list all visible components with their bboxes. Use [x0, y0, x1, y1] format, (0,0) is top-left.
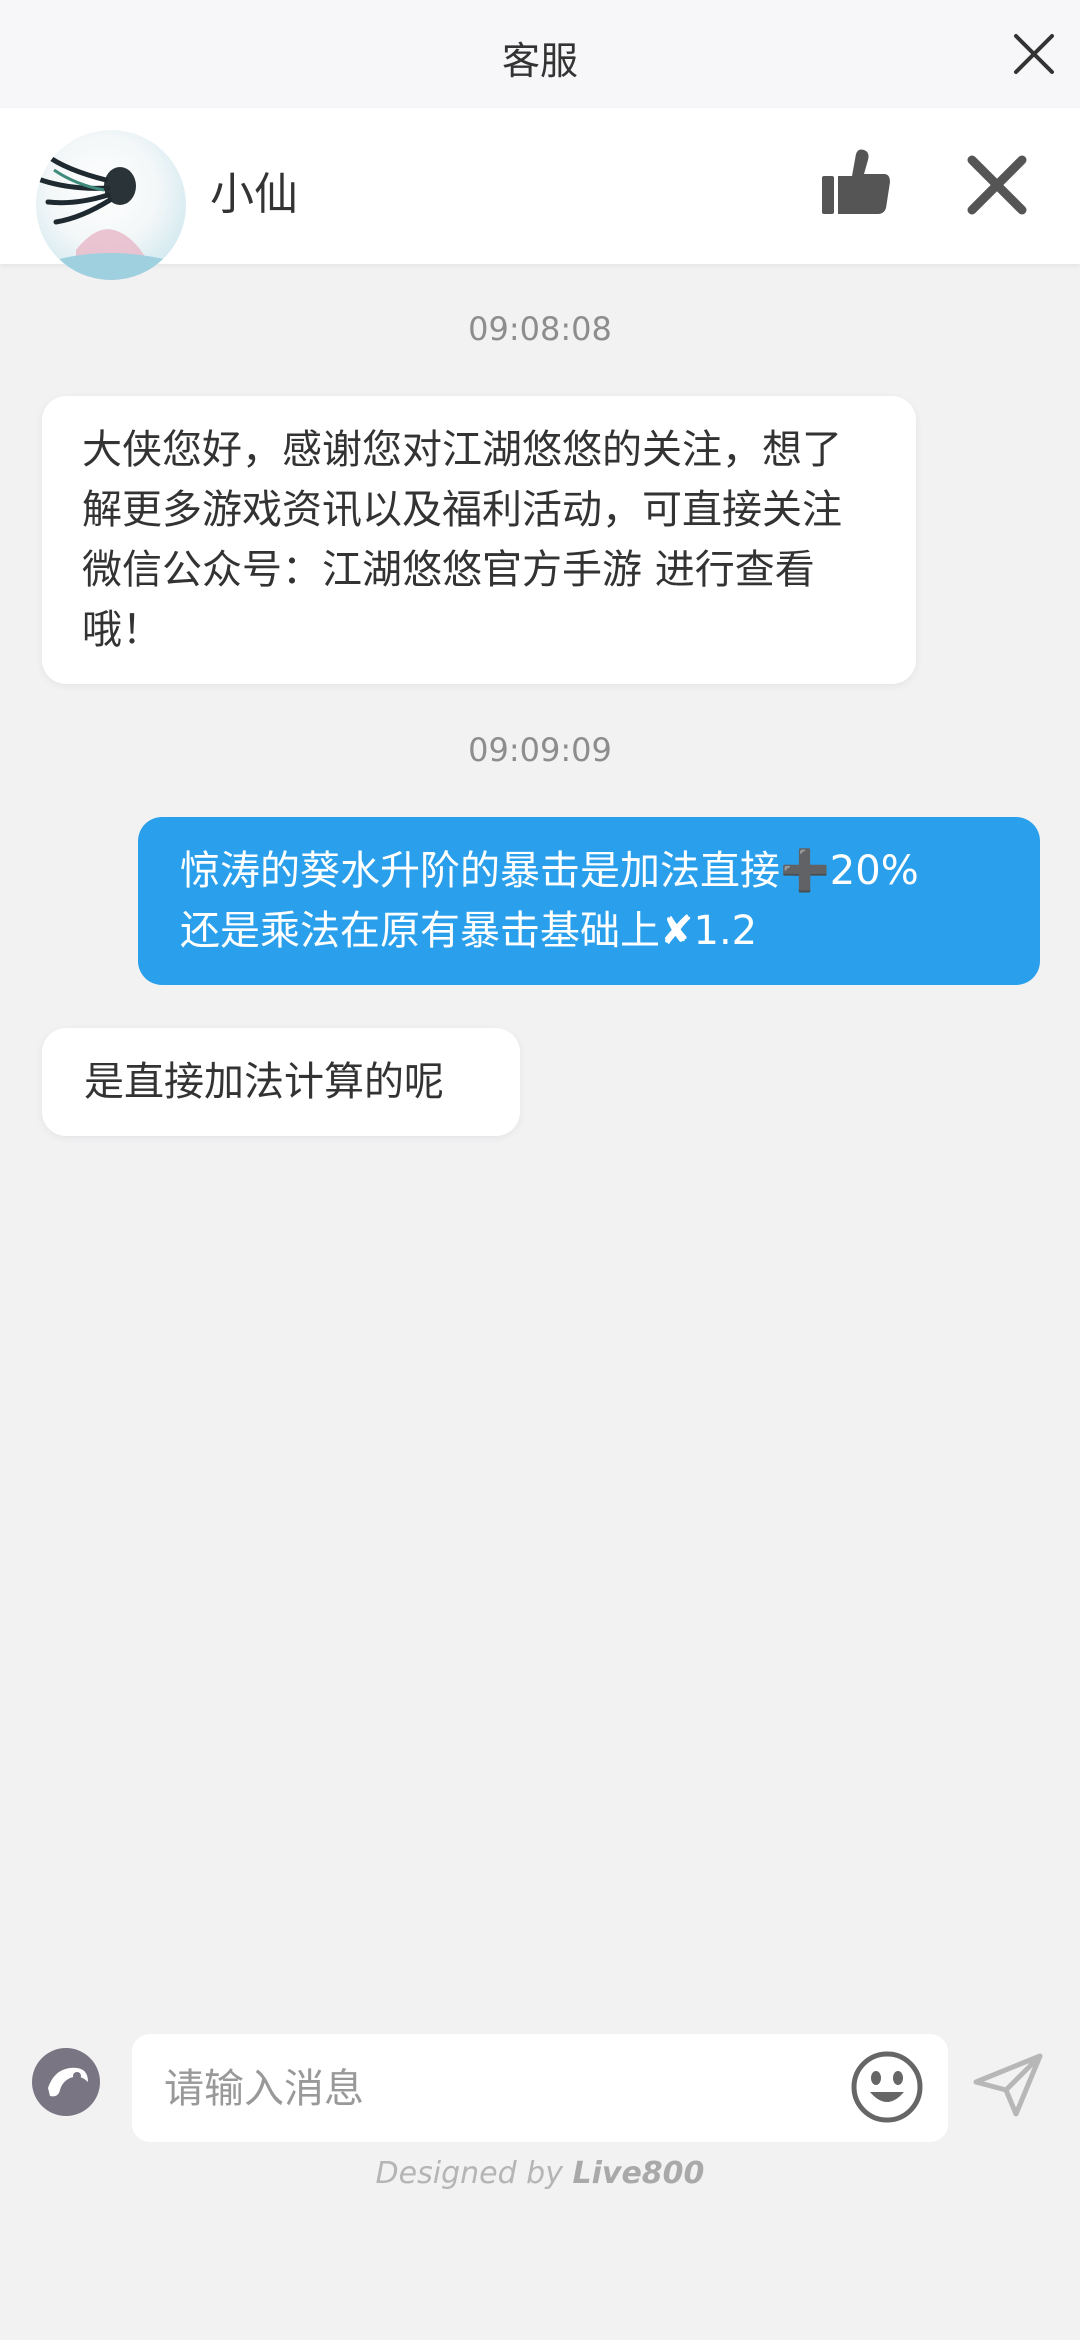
close-icon[interactable] [1008, 28, 1060, 80]
ai-assistant-icon[interactable] [30, 2046, 102, 2118]
message-input[interactable] [162, 2056, 816, 2122]
emoji-icon[interactable] [850, 2050, 924, 2124]
footer-prefix: Designed by [375, 2156, 573, 2191]
outgoing-message: 惊涛的葵水升阶的暴击是加法直接➕20% 还是乘法在原有暴击基础上✘1.2 [138, 817, 1040, 985]
footer-brand: Live800 [572, 2156, 705, 2191]
avatar [36, 130, 186, 280]
incoming-message: 大侠您好，感谢您对江湖悠悠的关注，想了解更多游戏资讯以及福利活动，可直接关注微信… [42, 396, 916, 684]
thumbs-up-icon[interactable] [820, 146, 892, 218]
message-input-box[interactable] [132, 2034, 948, 2142]
message-timestamp: 09:08:08 [468, 310, 612, 348]
close-icon[interactable] [966, 154, 1028, 216]
agent-bar: 小仙 [0, 108, 1080, 280]
agent-name: 小仙 [210, 169, 298, 220]
top-bar: 客服 [0, 0, 1080, 108]
send-icon[interactable] [972, 2052, 1044, 2118]
page-title: 客服 [501, 39, 578, 83]
message-timestamp: 09:09:09 [468, 731, 612, 769]
footer-credit: Designed by Live800 [0, 2156, 1080, 2191]
incoming-message: 是直接加法计算的呢 [42, 1028, 520, 1136]
